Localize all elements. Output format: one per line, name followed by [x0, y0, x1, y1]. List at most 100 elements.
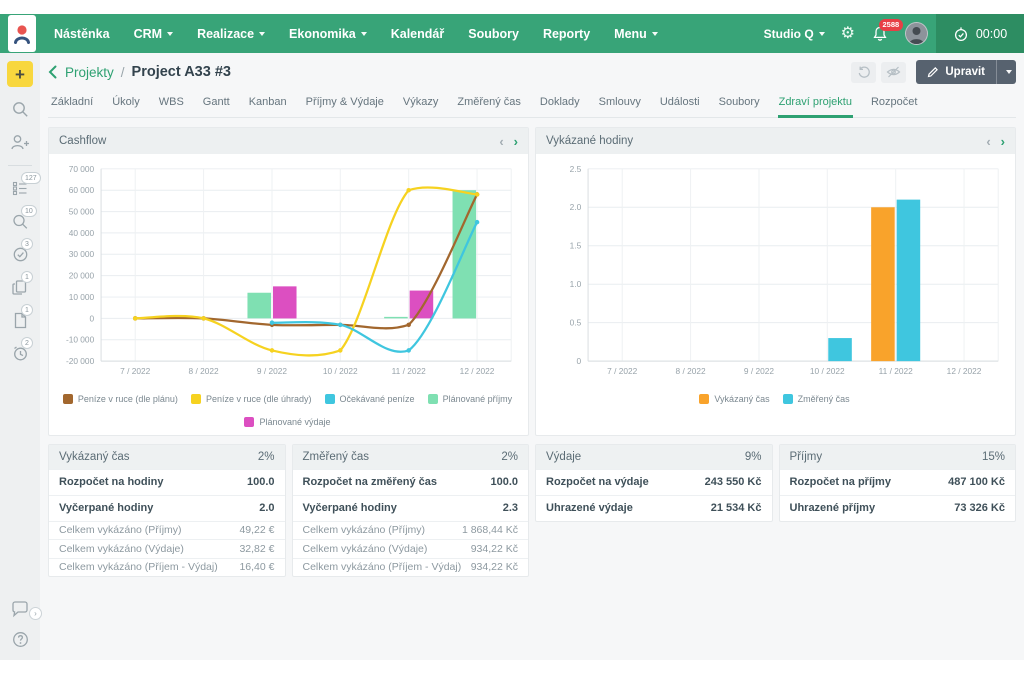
cashflow-next-button[interactable]: ›: [514, 134, 518, 149]
legend-item[interactable]: Peníze v ruce (dle plánu): [63, 394, 178, 404]
svg-text:12 / 2022: 12 / 2022: [947, 366, 982, 376]
timer-value: 00:00: [976, 27, 1007, 41]
card-row: Celkem vykázáno (Příjem - Výdaj)16,40 €: [49, 558, 285, 577]
card-header: Změřený čas 2%: [293, 445, 529, 469]
time-tracker[interactable]: 00:00: [936, 14, 1024, 53]
settings-gear-icon[interactable]: ⚙: [841, 26, 855, 42]
breadcrumb: Projekty / Project A33 #3: [48, 53, 1016, 91]
tab-doklady[interactable]: Doklady: [539, 91, 581, 118]
tab-vykazy[interactable]: Výkazy: [402, 91, 439, 118]
tab-ukoly[interactable]: Úkoly: [111, 91, 141, 118]
legend-item[interactable]: Vykázaný čas: [699, 394, 769, 404]
tab-gantt[interactable]: Gantt: [202, 91, 231, 118]
nav-menu[interactable]: Menu: [614, 27, 658, 41]
hours-prev-button[interactable]: ‹: [986, 134, 990, 149]
hours-legend: Vykázaný čas Změřený čas: [539, 391, 1010, 412]
breadcrumb-projects-link[interactable]: Projekty: [65, 65, 114, 80]
legend-item[interactable]: Peníze v ruce (dle úhrady): [191, 394, 312, 404]
card-row: Celkem vykázáno (Výdaje)32,82 €: [49, 539, 285, 558]
svg-text:60 000: 60 000: [69, 185, 95, 195]
add-contact-button[interactable]: [9, 131, 31, 153]
card-row: Rozpočet na hodiny100.0: [49, 469, 285, 495]
tab-wbs[interactable]: WBS: [158, 91, 185, 118]
card-row: Vyčerpané hodiny2.3: [293, 495, 529, 521]
legend-item[interactable]: Plánované příjmy: [428, 394, 513, 404]
page-actions: Upravit: [851, 60, 1016, 84]
cashflow-legend: Peníze v ruce (dle plánu) Peníze v ruce (…: [52, 391, 523, 435]
time-approval-button[interactable]: 3: [9, 243, 31, 265]
documents-button[interactable]: 1: [9, 276, 31, 298]
history-button[interactable]: [851, 62, 876, 83]
nav-nastenka[interactable]: Nástěnka: [54, 27, 110, 41]
tab-udalosti[interactable]: Události: [659, 91, 701, 118]
nav-reporty[interactable]: Reporty: [543, 27, 590, 41]
legend-item[interactable]: Změřený čas: [783, 394, 850, 404]
legend-item[interactable]: Plánované výdaje: [244, 417, 330, 427]
topbar: Nástěnka CRM Realizace Ekonomika Kalendá…: [0, 14, 1024, 53]
card-header: Vykázaný čas 2%: [49, 445, 285, 469]
svg-text:50 000: 50 000: [69, 207, 95, 217]
back-button[interactable]: [48, 65, 57, 79]
chevron-down-icon: [1006, 70, 1012, 74]
card-row: Celkem vykázáno (Výdaje)934,22 Kč: [293, 539, 529, 558]
chat-button[interactable]: [9, 598, 31, 620]
cashflow-prev-button[interactable]: ‹: [499, 134, 503, 149]
svg-text:11 / 2022: 11 / 2022: [879, 366, 913, 376]
count-badge: 1: [21, 271, 33, 283]
tab-zmereny-cas[interactable]: Změřený čas: [456, 91, 522, 118]
tab-smlouvy[interactable]: Smlouvy: [598, 91, 642, 118]
nav-kalendar[interactable]: Kalendář: [391, 27, 445, 41]
nav-realizace[interactable]: Realizace: [197, 27, 265, 41]
nav-soubory[interactable]: Soubory: [468, 27, 519, 41]
workspace-selector[interactable]: Studio Q: [764, 27, 825, 41]
chevron-left-icon: [48, 65, 57, 79]
svg-text:9 / 2022: 9 / 2022: [744, 366, 774, 376]
count-badge: 10: [21, 205, 37, 217]
hours-next-button[interactable]: ›: [1001, 134, 1005, 149]
app-logo[interactable]: [8, 15, 36, 52]
svg-text:-20 000: -20 000: [66, 356, 95, 366]
card-zmereny-cas: Změřený čas 2% Rozpočet na změřený čas10…: [292, 444, 530, 578]
svg-text:2.5: 2.5: [570, 164, 582, 174]
avatar[interactable]: [905, 22, 928, 45]
tab-zdravi-projektu[interactable]: Zdraví projektu: [778, 91, 853, 118]
svg-text:9 / 2022: 9 / 2022: [257, 366, 287, 376]
search-button[interactable]: [9, 98, 31, 120]
tab-soubory[interactable]: Soubory: [718, 91, 761, 118]
app-window: Nástěnka CRM Realizace Ekonomika Kalendá…: [0, 14, 1024, 660]
document-button[interactable]: 1: [9, 309, 31, 331]
reminders-button[interactable]: 2: [9, 342, 31, 364]
chevron-down-icon: [819, 32, 825, 36]
help-button[interactable]: [9, 628, 31, 650]
svg-text:70 000: 70 000: [69, 164, 95, 174]
tab-kanban[interactable]: Kanban: [248, 91, 288, 118]
activity-feed-button[interactable]: 127: [9, 177, 31, 199]
notifications-bell[interactable]: 2588: [871, 25, 889, 43]
tab-prijmy-vydaje[interactable]: Příjmy & Výdaje: [305, 91, 385, 118]
svg-text:1.5: 1.5: [570, 241, 582, 251]
svg-text:8 / 2022: 8 / 2022: [676, 366, 706, 376]
card-title: Změřený čas: [303, 451, 369, 463]
card-header: Příjmy 15%: [780, 445, 1016, 469]
nav-crm[interactable]: CRM: [134, 27, 173, 41]
person-plus-icon: [10, 133, 30, 152]
card-row: Uhrazené výdaje21 534 Kč: [536, 495, 772, 521]
sidebar-bottom: [9, 590, 31, 650]
card-row: Rozpočet na příjmy487 100 Kč: [780, 469, 1016, 495]
watch-button[interactable]: [881, 62, 906, 83]
edit-button[interactable]: Upravit: [916, 60, 996, 84]
edit-dropdown-button[interactable]: [996, 60, 1016, 84]
charts-row: Cashflow ‹ › -20 000-10 000010 00020 000…: [48, 127, 1016, 436]
stat-cards-row: Vykázaný čas 2% Rozpočet na hodiny100.0 …: [48, 444, 1016, 578]
tab-rozpocet[interactable]: Rozpočet: [870, 91, 918, 118]
nav-ekonomika[interactable]: Ekonomika: [289, 27, 367, 41]
card-title: Vykázaný čas: [59, 451, 130, 463]
quick-add-button[interactable]: +: [7, 61, 33, 87]
saved-search-button[interactable]: 10: [9, 210, 31, 232]
sidebar-expand-toggle[interactable]: ›: [29, 607, 42, 620]
svg-text:0.5: 0.5: [570, 318, 582, 328]
card-percent: 2%: [501, 451, 518, 463]
cashflow-panel: Cashflow ‹ › -20 000-10 000010 00020 000…: [48, 127, 529, 436]
tab-zakladni[interactable]: Základní: [50, 91, 94, 118]
legend-item[interactable]: Očekávané peníze: [325, 394, 415, 404]
